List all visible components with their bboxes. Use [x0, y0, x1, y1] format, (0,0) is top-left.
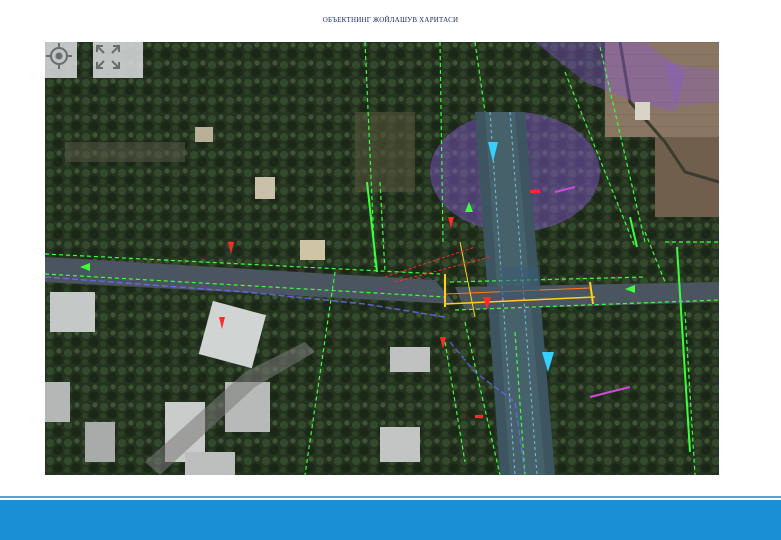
building	[380, 427, 420, 462]
map-imagery	[45, 42, 719, 475]
fullscreen-button[interactable]	[93, 42, 143, 78]
expand-icon	[96, 45, 120, 69]
satellite-map[interactable]	[45, 42, 719, 475]
footer-bar	[0, 500, 781, 540]
locate-button[interactable]	[45, 42, 77, 78]
locate-icon	[46, 43, 72, 69]
footer-divider	[0, 496, 781, 498]
farm-field	[655, 137, 719, 217]
map-title: ОБЪЕКТНИНГ ЖОЙЛАШУВ ХАРИТАСИ	[322, 16, 459, 24]
building	[390, 347, 430, 372]
building	[50, 292, 95, 332]
building	[255, 177, 275, 199]
